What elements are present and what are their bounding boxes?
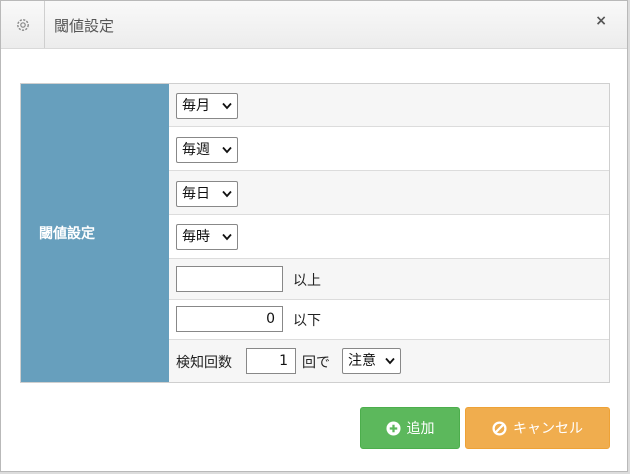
daily-row: 毎日 [169,171,609,215]
weekly-row: 毎週 [169,127,609,171]
monthly-select[interactable]: 毎月 [176,93,238,119]
hourly-select[interactable]: 毎時 [176,224,238,250]
weekly-select[interactable]: 毎週 [176,137,238,163]
threshold-form: 閾値設定 毎月 毎週 毎日 毎時 以上 0 以下 検知回数 1 回で 注意 [20,83,610,383]
level-select[interactable]: 注意 [342,348,401,374]
weekly-select-value: 毎週 [182,142,210,158]
monthly-select-value: 毎月 [182,98,210,114]
dialog-titlebar: 閾値設定 × [1,1,627,49]
daily-select[interactable]: 毎日 [176,181,238,207]
upper-threshold-input[interactable] [176,266,283,292]
chevron-down-icon [222,102,232,110]
add-button[interactable]: 追加 [360,407,460,449]
close-icon[interactable]: × [595,13,607,29]
section-label-cell: 閾値設定 [21,84,169,382]
detect-label: 検知回数 [176,355,232,371]
threshold-dialog: 閾値設定 × 閾値設定 毎月 毎週 毎日 毎時 以上 0 以下 検知回数 1 回… [0,0,628,472]
section-label: 閾値設定 [39,226,95,242]
dialog-title: 閾値設定 [54,17,115,35]
level-select-value: 注意 [348,353,376,369]
ban-icon [492,420,507,436]
monthly-row: 毎月 [169,84,609,127]
chevron-down-icon [222,233,232,241]
chevron-down-icon [385,357,395,365]
detect-count-input[interactable]: 1 [246,348,296,374]
upper-threshold-row: 以上 [169,259,609,300]
cancel-button-label: キャンセル [513,421,583,437]
hourly-row: 毎時 [169,215,609,259]
detect-suffix: 回で [302,355,330,371]
cancel-button[interactable]: キャンセル [465,407,610,449]
chevron-down-icon [222,190,232,198]
detection-row: 検知回数 1 回で 注意 [169,340,609,382]
plus-circle-icon [385,420,401,436]
lower-suffix: 以下 [293,313,321,329]
lower-threshold-row: 0 以下 [169,300,609,340]
upper-suffix: 以上 [293,273,321,289]
lower-threshold-input[interactable]: 0 [176,306,283,332]
chevron-down-icon [222,146,232,154]
hourly-select-value: 毎時 [182,229,210,245]
add-button-label: 追加 [406,421,435,437]
daily-select-value: 毎日 [182,186,210,202]
gear-icon [1,1,45,48]
